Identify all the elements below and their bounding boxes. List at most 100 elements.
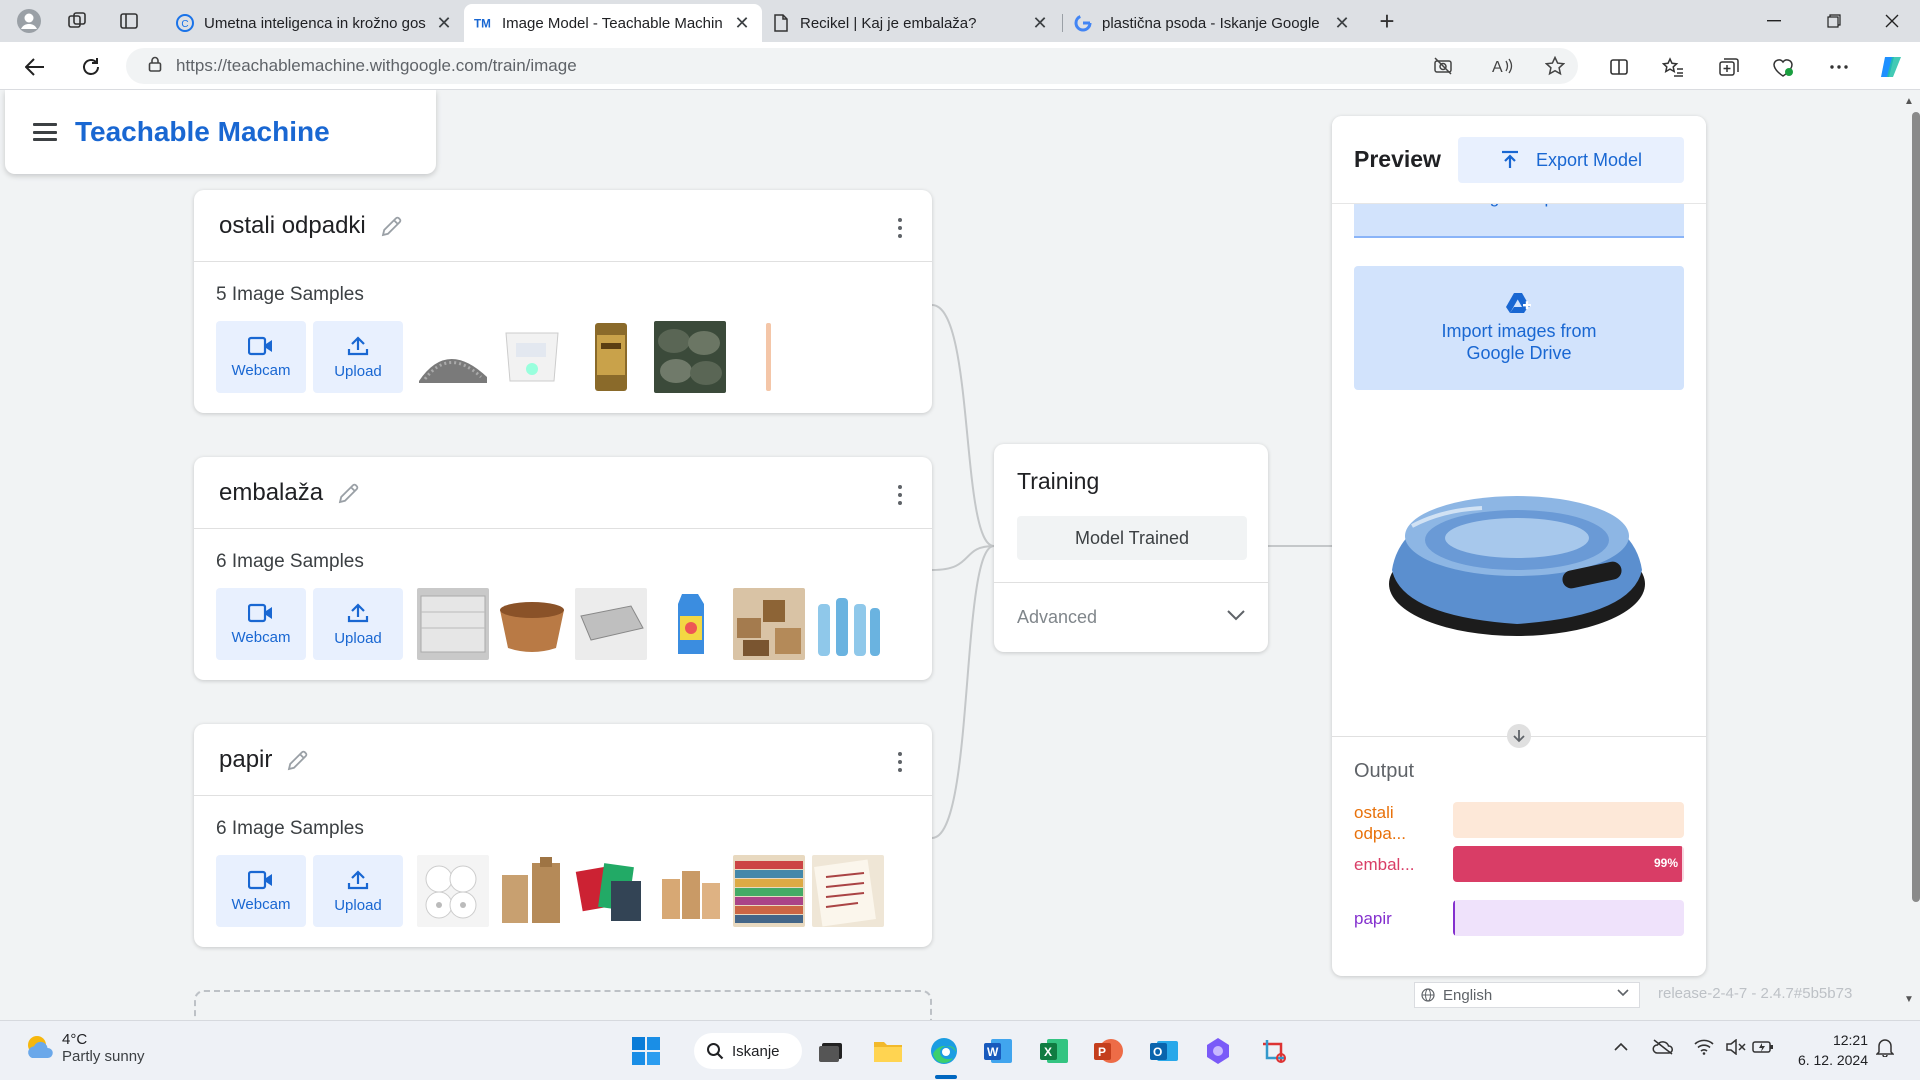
sample-thumbnail[interactable] [575, 321, 647, 393]
close-tab-icon[interactable]: ✕ [1030, 13, 1050, 34]
collections-icon[interactable] [1716, 54, 1742, 80]
sample-thumbnail[interactable] [812, 855, 884, 927]
sample-thumbnail[interactable] [812, 588, 884, 660]
sample-thumbnail[interactable] [575, 588, 647, 660]
edge-browser-icon[interactable] [926, 1033, 962, 1069]
webcam-button[interactable]: Webcam [216, 588, 306, 660]
sample-thumbnail[interactable] [496, 321, 568, 393]
add-class-button[interactable] [194, 990, 932, 1020]
outlook-icon[interactable]: O [1146, 1033, 1182, 1069]
upload-icon [347, 335, 369, 355]
edit-pencil-icon[interactable] [380, 214, 404, 238]
weather-widget[interactable]: 4°C Partly sunny [24, 1031, 145, 1065]
close-tab-icon[interactable]: ✕ [434, 13, 454, 34]
tab-google-search[interactable]: plastična psoda - Iskanje Google ✕ [1064, 4, 1362, 42]
copilot-icon[interactable] [1878, 54, 1904, 80]
menu-icon[interactable] [33, 123, 57, 141]
word-icon[interactable]: W [980, 1033, 1016, 1069]
class-options-icon[interactable] [898, 752, 902, 772]
workspaces-icon[interactable] [62, 6, 92, 36]
train-model-button[interactable]: Model Trained [1017, 516, 1247, 560]
notifications-bell-icon[interactable] [1875, 1037, 1895, 1062]
class-name[interactable]: embalaža [219, 479, 323, 507]
copilot-app-icon[interactable] [1200, 1033, 1236, 1069]
class-name[interactable]: ostali odpadki [219, 212, 366, 240]
snipping-tool-icon[interactable] [1256, 1033, 1292, 1069]
more-options-icon[interactable] [1826, 54, 1852, 80]
sample-thumbnail[interactable] [417, 855, 489, 927]
import-drive-button[interactable]: Import images from Google Drive [1354, 266, 1684, 390]
battery-icon[interactable] [1752, 1039, 1774, 1060]
powerpoint-icon[interactable]: P [1090, 1033, 1126, 1069]
close-tab-icon[interactable]: ✕ [1332, 13, 1352, 34]
scroll-down-icon[interactable] [1507, 724, 1531, 748]
upload-button[interactable]: Upload [313, 855, 403, 927]
excel-icon[interactable]: X [1036, 1033, 1072, 1069]
tab-recikel[interactable]: Recikel | Kaj je embalaža? ✕ [762, 4, 1060, 42]
onedrive-offline-icon[interactable] [1652, 1039, 1674, 1060]
restore-icon[interactable] [1806, 0, 1862, 42]
webcam-button[interactable]: Webcam [216, 855, 306, 927]
file-explorer-icon[interactable] [870, 1033, 906, 1069]
task-view-icon[interactable] [814, 1033, 850, 1069]
taskbar-search[interactable]: Iskanje [694, 1033, 802, 1069]
scrollbar-thumb[interactable] [1912, 112, 1920, 902]
scroll-up-icon[interactable]: ▲ [1903, 96, 1915, 108]
release-version: release-2-4-7 - 2.4.7#5b5b73 [1658, 985, 1853, 1002]
tray-chevron-up-icon[interactable] [1614, 1039, 1628, 1057]
browser-essentials-icon[interactable] [1770, 54, 1796, 80]
sample-thumbnail[interactable] [733, 855, 805, 927]
wifi-icon[interactable] [1694, 1039, 1714, 1060]
scroll-down-arrow-icon[interactable]: ▼ [1903, 994, 1915, 1006]
sample-thumbnail[interactable] [654, 588, 726, 660]
sample-thumbnail[interactable] [496, 588, 568, 660]
confidence-bar [1453, 900, 1684, 936]
edit-pencil-icon[interactable] [286, 748, 310, 772]
favorite-star-icon[interactable] [1544, 55, 1566, 77]
sample-thumbnail[interactable] [417, 588, 489, 660]
sample-thumbnail[interactable] [733, 588, 805, 660]
output-row: embal... 99% [1354, 846, 1684, 882]
upload-icon [347, 869, 369, 889]
export-model-button[interactable]: Export Model [1458, 137, 1684, 183]
webcam-button[interactable]: Webcam [216, 321, 306, 393]
new-tab-icon[interactable]: + [1372, 6, 1402, 36]
address-bar: https://teachablemachine.withgoogle.com/… [0, 42, 1920, 90]
close-tab-icon[interactable]: ✕ [732, 13, 752, 34]
reload-icon[interactable] [74, 50, 108, 84]
split-screen-icon[interactable] [1606, 54, 1632, 80]
upload-button[interactable]: Upload [313, 588, 403, 660]
back-icon[interactable] [18, 50, 52, 84]
start-icon[interactable] [628, 1033, 664, 1069]
page-scrollbar[interactable]: ▲ ▼ [1898, 90, 1920, 1020]
minimize-icon[interactable] [1746, 0, 1802, 42]
sample-thumbnail[interactable] [417, 321, 489, 393]
read-aloud-icon[interactable]: A [1492, 55, 1514, 77]
edit-pencil-icon[interactable] [337, 481, 361, 505]
sample-thumbnail[interactable] [733, 321, 805, 393]
class-options-icon[interactable] [898, 218, 902, 238]
system-clock[interactable]: 12:21 6. 12. 2024 [1790, 1030, 1868, 1070]
sample-thumbnail[interactable] [654, 855, 726, 927]
camera-blocked-icon[interactable] [1432, 55, 1454, 77]
profile-icon[interactable] [14, 6, 44, 36]
sample-thumbnail[interactable] [496, 855, 568, 927]
favorites-icon[interactable] [1660, 54, 1686, 80]
class-options-icon[interactable] [898, 485, 902, 505]
upload-button[interactable]: Upload [313, 321, 403, 393]
sample-thumbnail[interactable] [575, 855, 647, 927]
url-field[interactable]: https://teachablemachine.withgoogle.com/… [126, 48, 1578, 84]
close-window-icon[interactable] [1864, 0, 1920, 42]
vertical-tabs-icon[interactable] [114, 6, 144, 36]
volume-muted-icon[interactable] [1726, 1038, 1746, 1060]
class-name[interactable]: papir [219, 746, 272, 774]
tab-image-model[interactable]: TM Image Model - Teachable Machin ✕ [464, 4, 762, 42]
app-title[interactable]: Teachable Machine [75, 116, 330, 148]
lock-icon[interactable] [148, 56, 162, 77]
output-row: papir [1354, 900, 1684, 936]
tab-umetna-inteligenca[interactable]: C Umetna inteligenca in krožno gos ✕ [166, 4, 464, 42]
sample-thumbnail[interactable] [654, 321, 726, 393]
class-card: embalaža 6 Image Samples Webcam Upload [194, 457, 932, 680]
advanced-toggle[interactable]: Advanced [994, 582, 1268, 652]
language-select[interactable]: English [1414, 982, 1640, 1008]
